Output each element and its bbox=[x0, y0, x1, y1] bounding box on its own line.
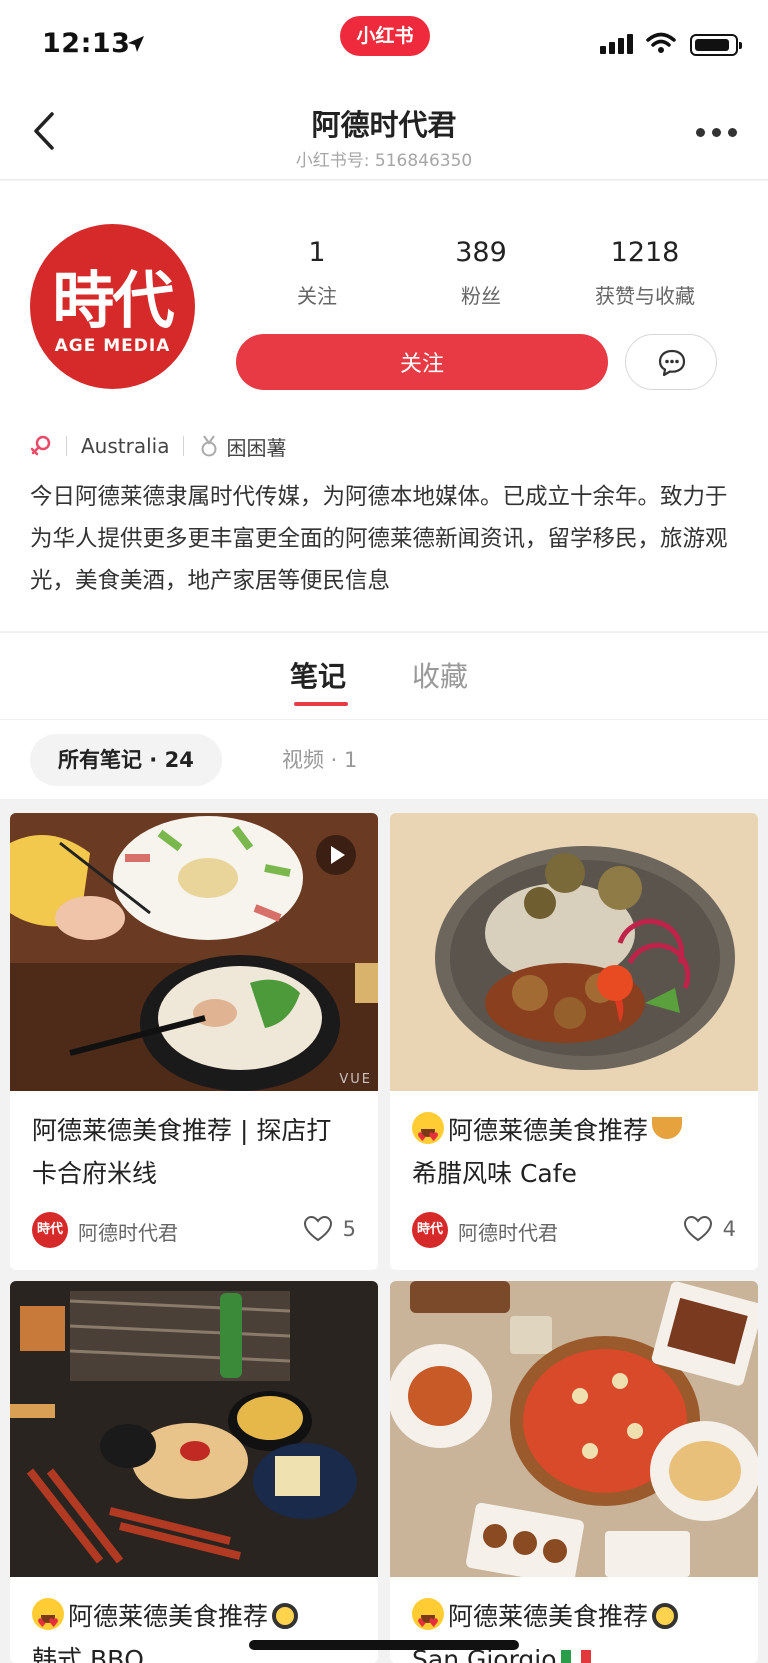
gender-female-icon bbox=[30, 435, 51, 456]
author-avatar[interactable]: 時代 bbox=[412, 1212, 448, 1248]
filter-videos[interactable]: 视频 · 1 bbox=[282, 734, 357, 786]
status-time: 12:13 bbox=[42, 28, 131, 59]
greek-plate-photo bbox=[390, 813, 758, 1091]
play-video-icon[interactable] bbox=[316, 835, 356, 875]
heart-icon bbox=[303, 1215, 332, 1242]
content-tabs: 笔记 收藏 bbox=[0, 632, 768, 720]
heart-eyes-emoji-icon bbox=[32, 1598, 64, 1645]
author-avatar[interactable]: 時代 bbox=[32, 1212, 68, 1248]
follow-button[interactable]: 关注 bbox=[236, 334, 608, 390]
korean-bbq-photo bbox=[10, 1281, 378, 1577]
like-count: 4 bbox=[722, 1217, 736, 1241]
stat-label: 获赞与收藏 bbox=[595, 284, 695, 308]
stat-label: 粉丝 bbox=[461, 284, 501, 308]
italian-food-photo bbox=[390, 1281, 758, 1577]
note-cover-image bbox=[10, 1281, 378, 1577]
paella-pan-emoji-icon bbox=[652, 1603, 679, 1629]
note-title: 阿德莱德美食推荐 | 探店打卡合府米线 bbox=[32, 1116, 332, 1188]
stat-likes-collections[interactable]: 1218 获赞与收藏 bbox=[570, 237, 720, 309]
like-button[interactable]: 4 bbox=[683, 1215, 736, 1243]
note-title: 阿德莱德美食推荐 希腊风味 Cafe bbox=[390, 1091, 758, 1195]
battery-icon bbox=[690, 34, 742, 56]
note-card[interactable]: 阿德莱德美食推荐 韩式 BBQ bbox=[10, 1281, 378, 1663]
avatar[interactable]: 時代 AGE MEDIA bbox=[30, 224, 195, 389]
note-title: 阿德莱德美食推荐 San Giorgio bbox=[390, 1577, 758, 1663]
more-options-icon[interactable] bbox=[696, 128, 738, 138]
page-title: 阿德时代君 bbox=[311, 108, 457, 142]
tab-notes[interactable]: 笔记 bbox=[290, 655, 346, 695]
status-bar: 12:13 小红书 bbox=[0, 0, 768, 88]
chat-bubble-icon bbox=[658, 349, 686, 377]
profile-section: 時代 AGE MEDIA 1 关注 389 粉丝 1218 获赞与收藏 关注 A… bbox=[0, 181, 768, 631]
tab-collections[interactable]: 收藏 bbox=[412, 655, 468, 695]
profile-tag: 困困薯 bbox=[226, 435, 287, 460]
profile-bio: 今日阿德莱德隶属时代传媒，为阿德本地媒体。已成立十余年。致力于为华人提供更多更丰… bbox=[30, 484, 728, 594]
watermark-text: VUE bbox=[339, 1072, 372, 1087]
food-bowl-emoji-icon bbox=[652, 1117, 683, 1139]
home-indicator[interactable] bbox=[249, 1640, 519, 1650]
heart-eyes-emoji-icon bbox=[412, 1598, 444, 1645]
tab-indicator bbox=[294, 702, 348, 706]
divider bbox=[183, 436, 185, 456]
stat-followers[interactable]: 389 粉丝 bbox=[406, 237, 556, 309]
avatar-logo-subtext: AGE MEDIA bbox=[54, 336, 171, 356]
like-count: 5 bbox=[342, 1217, 356, 1241]
note-title-line2: 希腊风味 Cafe bbox=[412, 1159, 577, 1188]
author-name[interactable]: 阿德时代君 bbox=[458, 1217, 558, 1246]
stat-value: 389 bbox=[455, 237, 507, 268]
stat-value: 1218 bbox=[610, 237, 680, 268]
note-title-text: 阿德莱德美食推荐 bbox=[68, 1602, 269, 1631]
note-cover-image bbox=[390, 1281, 758, 1577]
divider bbox=[66, 436, 67, 456]
nav-bar: 阿德时代君 小红书号: 516846350 bbox=[0, 88, 768, 180]
note-card[interactable]: VUE 阿德莱德美食推荐 | 探店打卡合府米线 時代 阿德时代君 5 bbox=[10, 813, 378, 1270]
stat-value: 1 bbox=[308, 237, 326, 268]
note-cover-image bbox=[390, 813, 758, 1091]
user-id: 小红书号: 516846350 bbox=[295, 151, 473, 171]
message-button[interactable] bbox=[625, 334, 717, 390]
stat-label: 关注 bbox=[297, 284, 337, 308]
wifi-icon bbox=[646, 32, 676, 53]
note-card[interactable]: 阿德莱德美食推荐 San Giorgio bbox=[390, 1281, 758, 1663]
brand-badge: 小红书 bbox=[340, 16, 430, 56]
filter-all-notes[interactable]: 所有笔记 · 24 bbox=[30, 734, 222, 786]
note-cover-image: VUE bbox=[10, 813, 378, 1091]
avatar-logo-text: 時代 bbox=[52, 264, 174, 337]
note-footer: 時代 阿德时代君 4 bbox=[412, 1212, 736, 1248]
heart-icon bbox=[683, 1215, 712, 1242]
stat-following[interactable]: 1 关注 bbox=[242, 237, 392, 309]
note-footer: 時代 阿德时代君 5 bbox=[32, 1212, 356, 1248]
heart-eyes-emoji-icon bbox=[412, 1112, 444, 1159]
author-name[interactable]: 阿德时代君 bbox=[78, 1217, 178, 1246]
note-card[interactable]: 阿德莱德美食推荐 希腊风味 Cafe 時代 阿德时代君 4 bbox=[390, 813, 758, 1270]
note-title: 阿德莱德美食推荐 韩式 BBQ bbox=[10, 1577, 378, 1663]
profile-meta: Australia 困困薯 bbox=[30, 431, 286, 461]
location-text: Australia bbox=[81, 434, 170, 458]
note-filters: 所有笔记 · 24 视频 · 1 bbox=[0, 720, 768, 800]
battery-fill bbox=[695, 39, 729, 51]
note-title-line2: 韩式 BBQ bbox=[32, 1645, 144, 1663]
note-title-text: 阿德莱德美食推荐 bbox=[448, 1602, 649, 1631]
medal-icon bbox=[201, 435, 217, 457]
location-arrow-icon bbox=[128, 36, 144, 52]
note-title-text: 阿德莱德美食推荐 bbox=[448, 1116, 649, 1145]
italy-flag-icon bbox=[560, 1650, 591, 1663]
frying-pan-emoji-icon bbox=[272, 1603, 299, 1629]
like-button[interactable]: 5 bbox=[303, 1215, 356, 1243]
